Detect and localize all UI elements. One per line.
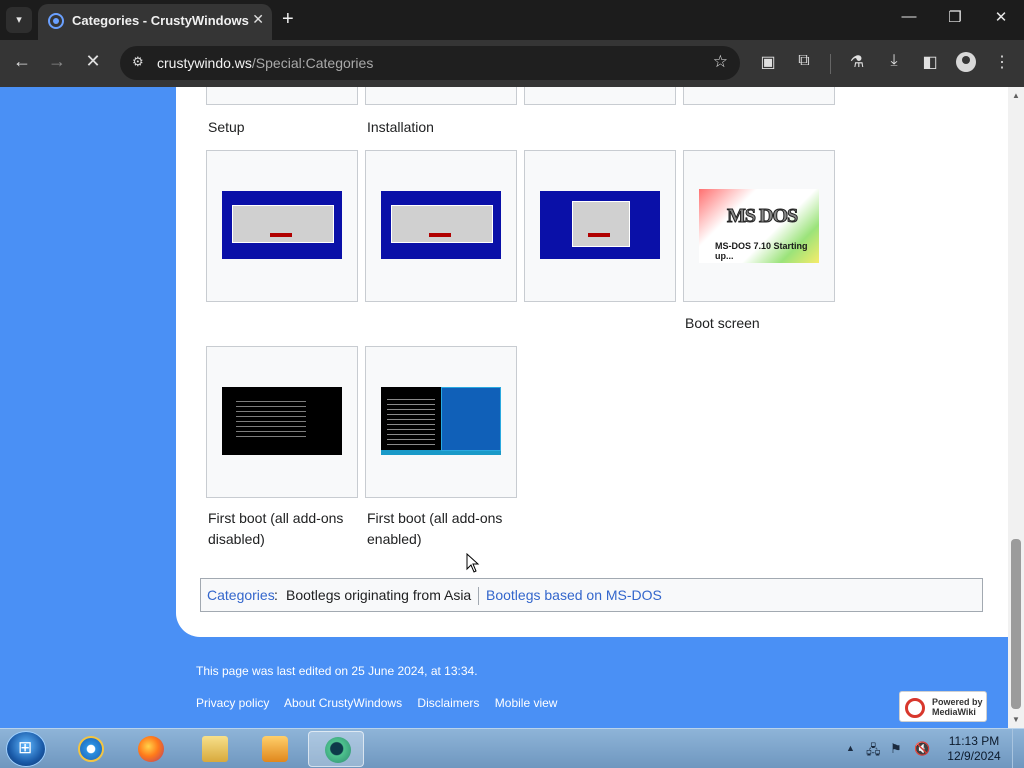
tab-title: Categories - CrustyWindows [72, 13, 249, 28]
chromium-icon [325, 737, 351, 763]
show-desktop-button[interactable] [1012, 729, 1024, 768]
side-panel-icon[interactable]: ◧ [918, 52, 942, 72]
powered-by-line1: Powered by [932, 697, 983, 707]
gallery-thumb-setup-screen-2[interactable] [365, 150, 517, 302]
close-tab-icon[interactable]: ✕ [252, 11, 264, 28]
close-window-button[interactable]: ✕ [986, 8, 1016, 26]
restore-button[interactable]: ❐ [940, 8, 970, 26]
toolbar-divider [830, 54, 831, 74]
windows-taskbar: ▲ 🖧 ⚑ 🔇 11:13 PM 12/9/2024 [0, 728, 1024, 768]
category-divider [478, 587, 479, 605]
firefox-taskbar-button[interactable] [122, 731, 178, 767]
msdos-logo: MS DOS [726, 205, 798, 228]
show-hidden-icons-icon[interactable]: ▲ [846, 743, 855, 753]
taskbar-clock[interactable]: 11:13 PM 12/9/2024 [944, 734, 1004, 764]
media-player-icon [262, 736, 288, 762]
mouse-cursor-icon [466, 553, 480, 573]
mobile-view-link[interactable]: Mobile view [495, 696, 558, 710]
gallery-thumb-first-boot-enabled[interactable] [365, 346, 517, 498]
msdos-boot-screenshot-image: MS DOS MS-DOS 7.10 Starting up... [699, 189, 819, 263]
media-player-taskbar-button[interactable] [246, 731, 302, 767]
tab-search-menu-button[interactable]: ▾ [6, 7, 32, 33]
category-link-asia[interactable]: Bootlegs originating from Asia [286, 587, 471, 603]
extensions-puzzle-icon[interactable]: ⧉ [792, 52, 816, 70]
browser-tab[interactable]: Categories - CrustyWindows ✕ [38, 4, 272, 40]
back-arrow-icon[interactable]: ← [9, 51, 35, 72]
msdos-version-text: MS-DOS 7.10 Starting up... [715, 241, 808, 261]
profile-avatar-icon[interactable] [954, 52, 978, 77]
console-screenshot-image [222, 387, 342, 455]
gallery-caption: Installation [367, 119, 434, 135]
browser-titlebar: ▾ Categories - CrustyWindows ✕ + — ❐ ✕ [0, 0, 1024, 40]
new-tab-button[interactable]: + [282, 8, 294, 30]
site-favicon-icon [48, 13, 64, 29]
gallery-thumb-first-boot-disabled[interactable] [206, 346, 358, 498]
gallery-caption: Setup [208, 119, 245, 135]
internet-explorer-taskbar-button[interactable] [62, 731, 118, 767]
gallery-caption: First boot (all add-ons disabled) [208, 510, 344, 547]
scrollbar-thumb[interactable] [1011, 539, 1021, 709]
category-links-box: Categories: Bootlegs originating from As… [200, 578, 983, 612]
clock-time: 11:13 PM [948, 734, 1000, 748]
labs-flask-icon[interactable]: ⚗ [845, 52, 869, 72]
firefox-icon [138, 736, 164, 762]
site-info-icon[interactable]: ⚙ [132, 54, 144, 70]
bookmark-star-icon[interactable]: ☆ [713, 52, 728, 72]
url-path: /Special:Categories [251, 55, 374, 71]
folder-icon [202, 736, 228, 762]
powered-by-mediawiki-badge[interactable]: Powered by MediaWiki [899, 691, 987, 722]
clock-date: 12/9/2024 [947, 749, 1001, 763]
url-host: crustywindo.ws [157, 55, 252, 71]
gallery-thumb-boot-screen[interactable]: MS DOS MS-DOS 7.10 Starting up... [683, 150, 835, 302]
more-menu-icon[interactable]: ⋮ [990, 52, 1014, 72]
privacy-policy-link[interactable]: Privacy policy [196, 696, 269, 710]
extension-icon[interactable]: ▣ [756, 52, 780, 72]
explorer-taskbar-button[interactable] [186, 731, 242, 767]
volume-muted-icon[interactable]: 🔇 [914, 741, 930, 757]
download-icon[interactable]: ⤓ [882, 52, 906, 70]
category-link-msdos[interactable]: Bootlegs based on MS-DOS [486, 587, 662, 603]
gallery-thumb[interactable] [206, 87, 358, 105]
categories-link[interactable]: Categories [207, 587, 275, 603]
disclaimers-link[interactable]: Disclaimers [417, 696, 479, 710]
chevron-down-icon: ▾ [16, 14, 22, 26]
about-link[interactable]: About CrustyWindows [284, 696, 402, 710]
page-scrollbar[interactable]: ▲ ▼ [1008, 87, 1024, 728]
action-center-flag-icon[interactable]: ⚑ [890, 741, 906, 757]
browser-toolbar: ← → ✕ ⚙ crustywindo.ws/Special:Categorie… [0, 40, 1024, 87]
gallery-caption: First boot (all add-ons enabled) [367, 510, 503, 547]
chromium-taskbar-button[interactable] [308, 731, 364, 767]
start-button[interactable] [6, 731, 46, 767]
mediawiki-flower-icon [905, 698, 925, 718]
network-icon[interactable]: 🖧 [866, 741, 882, 757]
url-text[interactable]: crustywindo.ws/Special:Categories [157, 55, 373, 71]
last-edited-text: This page was last edited on 25 June 202… [196, 664, 478, 678]
page-viewport: Setup Installation MS DOS MS-DOS 7.10 St… [0, 87, 1008, 728]
gallery-thumb[interactable] [365, 87, 517, 105]
gallery-thumb[interactable] [683, 87, 835, 105]
gallery-thumb-setup-dialog[interactable] [524, 150, 676, 302]
minimize-button[interactable]: — [894, 8, 924, 25]
gallery-caption: Boot screen [685, 315, 760, 331]
scroll-up-icon[interactable]: ▲ [1012, 91, 1020, 100]
gallery-thumb-setup-screen[interactable] [206, 150, 358, 302]
address-bar[interactable]: ⚙ crustywindo.ws/Special:Categories ☆ [120, 46, 740, 80]
gallery-thumb[interactable] [524, 87, 676, 105]
stop-loading-icon[interactable]: ✕ [80, 51, 106, 72]
setup-screenshot-image [381, 191, 501, 259]
internet-explorer-icon [78, 736, 104, 762]
scroll-down-icon[interactable]: ▼ [1012, 715, 1020, 724]
powered-by-line2: MediaWiki [932, 707, 976, 717]
forward-arrow-icon[interactable]: → [44, 51, 70, 72]
footer-links: Privacy policy About CrustyWindows Discl… [196, 696, 569, 710]
setup-dialog-screenshot-image [540, 191, 660, 259]
dos-shell-screenshot-image [381, 387, 501, 455]
setup-screenshot-image [222, 191, 342, 259]
